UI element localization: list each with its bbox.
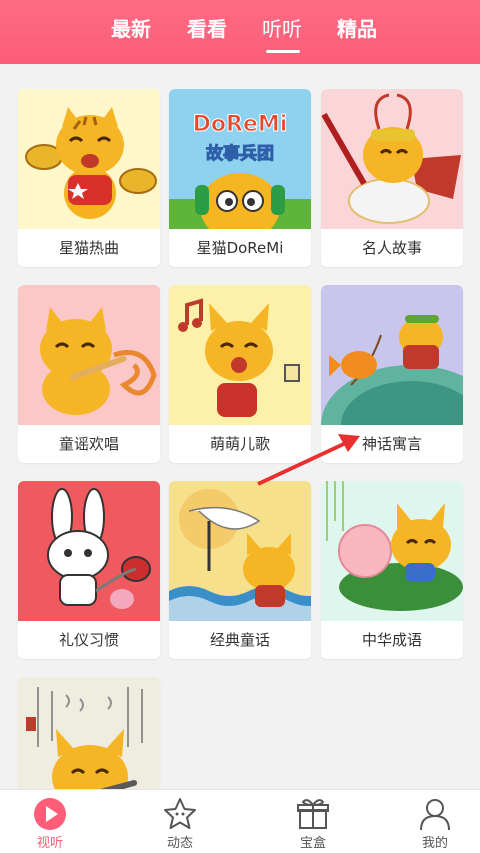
nav-label: 宝盒 bbox=[299, 836, 326, 851]
category-label: 星猫热曲 bbox=[58, 239, 119, 257]
nav-item-treasure-box[interactable]: 宝盒 bbox=[265, 790, 361, 853]
tab-latest[interactable]: 最新 bbox=[99, 14, 163, 46]
doremi-title-text: DoReMi bbox=[193, 112, 288, 137]
play-circle-icon bbox=[32, 796, 68, 832]
category-card-calligraphy[interactable] bbox=[18, 677, 160, 789]
monkey-king-cat-image bbox=[321, 89, 463, 229]
top-bar: 最新 看看 听听 精品 bbox=[0, 0, 480, 64]
category-label: 经典童话 bbox=[209, 631, 270, 649]
nav-label: 动态 bbox=[166, 836, 193, 851]
nav-item-profile[interactable]: 我的 bbox=[387, 790, 480, 853]
nav-label: 视听 bbox=[36, 836, 63, 851]
category-label: 礼仪习惯 bbox=[58, 631, 119, 649]
category-grid: 星猫热曲 DoReMi 故事兵团 星猫DoReMi 名人故事 童谣欢唱 萌萌儿歌… bbox=[0, 64, 480, 789]
category-card-nursery-rhymes[interactable]: 童谣欢唱 bbox=[18, 285, 160, 463]
category-card-famous-stories[interactable]: 名人故事 bbox=[321, 89, 463, 267]
active-tab-indicator bbox=[266, 50, 300, 53]
nav-item-media[interactable]: 视听 bbox=[2, 790, 98, 853]
category-label: 名人故事 bbox=[361, 239, 422, 257]
nav-label: 我的 bbox=[421, 836, 448, 851]
cat-with-cymbals-image bbox=[18, 89, 160, 229]
doremi-subtitle-text: 故事兵团 bbox=[206, 143, 274, 164]
category-tabs: 最新 看看 听听 精品 bbox=[0, 0, 480, 64]
nav-item-feed[interactable]: 动态 bbox=[132, 790, 228, 853]
category-card-hot-songs[interactable]: 星猫热曲 bbox=[18, 89, 160, 267]
category-label: 童谣欢唱 bbox=[58, 435, 119, 453]
cat-with-crane-image bbox=[169, 481, 311, 621]
category-label: 萌萌儿歌 bbox=[209, 435, 270, 453]
bottom-navigation: 视听 动态 宝盒 我的 bbox=[0, 789, 480, 853]
doremi-story-cat-image: DoReMi 故事兵团 bbox=[169, 89, 311, 229]
cat-playing-flute-image bbox=[18, 285, 160, 425]
category-label: 神话寓言 bbox=[361, 435, 422, 453]
star-icon bbox=[162, 796, 198, 832]
cat-with-peach-on-leaf-image bbox=[321, 481, 463, 621]
fishing-cat-with-goldfish-image bbox=[321, 285, 463, 425]
calligraphy-cat-image bbox=[18, 677, 160, 789]
category-card-etiquette[interactable]: 礼仪习惯 bbox=[18, 481, 160, 659]
category-card-myths-fables[interactable]: 神话寓言 bbox=[321, 285, 463, 463]
bunny-with-vacuum-image bbox=[18, 481, 160, 621]
person-icon bbox=[417, 796, 453, 832]
category-card-classic-fairy-tales[interactable]: 经典童话 bbox=[169, 481, 311, 659]
category-label: 中华成语 bbox=[361, 631, 422, 649]
gift-box-icon bbox=[295, 796, 331, 832]
category-card-chinese-idioms[interactable]: 中华成语 bbox=[321, 481, 463, 659]
tab-listen[interactable]: 听听 bbox=[250, 14, 314, 46]
category-card-doremi[interactable]: DoReMi 故事兵团 星猫DoReMi bbox=[169, 89, 311, 267]
category-label: 星猫DoReMi bbox=[196, 239, 284, 257]
singing-cat-with-note-image bbox=[169, 285, 311, 425]
category-card-cute-songs[interactable]: 萌萌儿歌 bbox=[169, 285, 311, 463]
tab-featured[interactable]: 精品 bbox=[325, 14, 389, 46]
tab-watch[interactable]: 看看 bbox=[175, 14, 239, 46]
